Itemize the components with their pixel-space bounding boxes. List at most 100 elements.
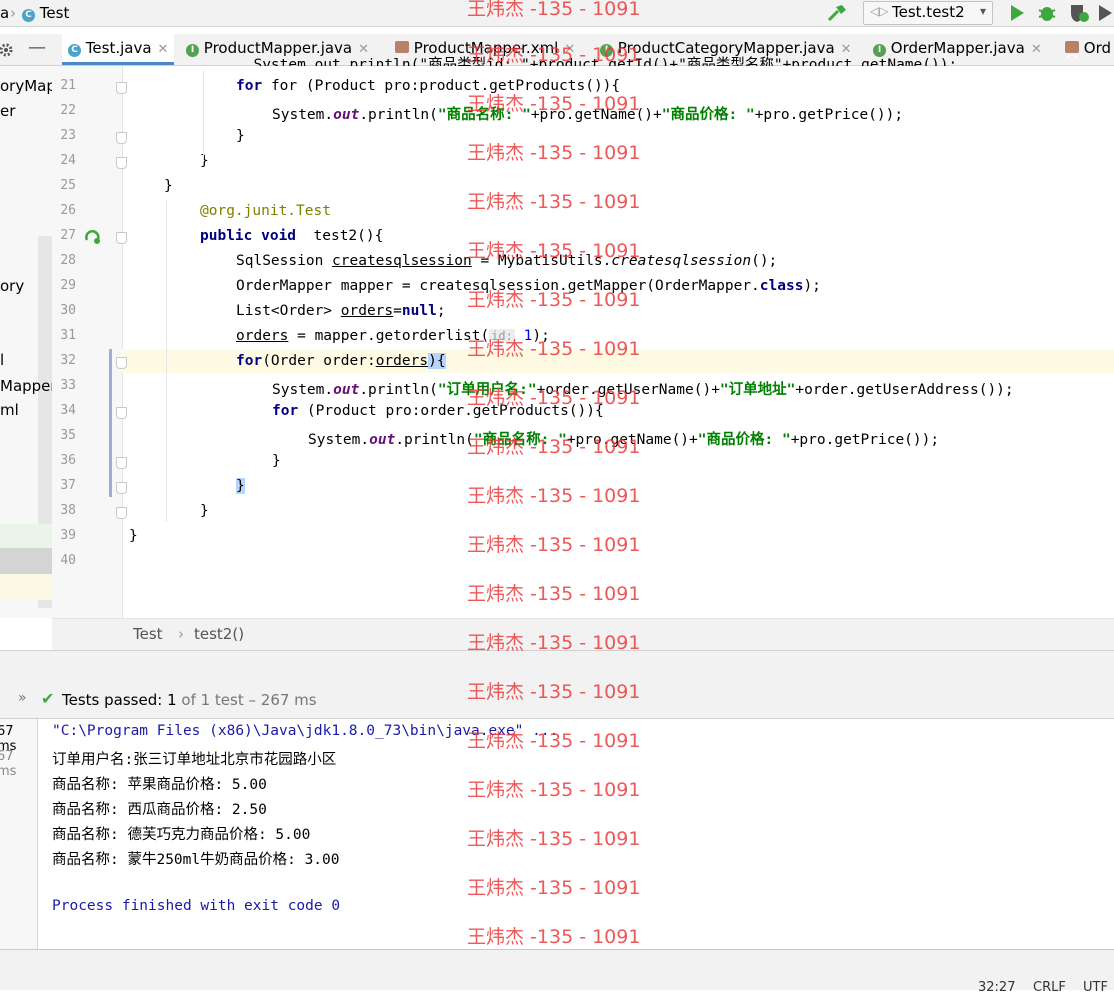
close-icon[interactable]: ✕: [158, 42, 169, 57]
minimize-icon[interactable]: —: [28, 37, 46, 58]
tree-row-highlight: [0, 574, 52, 600]
project-tree-panel: oryMap er ory l Mapper ml: [0, 66, 52, 618]
line-number: 26: [60, 203, 76, 218]
java-class-icon: C: [22, 9, 35, 22]
code-line-27[interactable]: public void test2(){: [200, 228, 383, 244]
fold-marker[interactable]: [116, 507, 127, 519]
watermark-text: 王炜杰 -135 - 1091: [467, 485, 641, 507]
watermark-text: 王炜杰 -135 - 1091: [467, 534, 641, 556]
tab-ord[interactable]: Ord: [1065, 34, 1112, 72]
fold-marker[interactable]: [116, 232, 127, 244]
tests-passed-count: 1: [167, 691, 177, 709]
tree-item[interactable]: Mapper: [0, 377, 52, 395]
line-number: 31: [60, 328, 76, 343]
line-number: 37: [60, 478, 76, 493]
fold-marker[interactable]: [116, 457, 127, 469]
console-line: 商品名称: 德芙巧克力商品价格: 5.00: [52, 827, 311, 843]
fold-marker[interactable]: [116, 357, 127, 369]
breadcrumb-prev[interactable]: a: [0, 4, 9, 22]
file-encoding[interactable]: UTF: [1083, 980, 1108, 995]
breadcrumb-class[interactable]: Test: [133, 625, 163, 643]
fold-marker[interactable]: [116, 82, 127, 94]
tab-label: Test.java: [85, 39, 152, 57]
code-text: System.: [272, 382, 334, 398]
code-text: .println(: [395, 432, 474, 448]
tests-total: of 1 test: [181, 691, 244, 709]
console-exit-line: Process finished with exit code 0: [52, 898, 341, 914]
run-configuration-select[interactable]: ◁▷ Test.test2 ▾: [863, 1, 993, 25]
watermark-text: 王炜杰 -135 - 1091: [467, 240, 641, 262]
fold-marker[interactable]: [116, 132, 127, 144]
fold-marker[interactable]: [116, 407, 127, 419]
tree-row-selected: [0, 548, 52, 574]
code-line-30[interactable]: List<Order> orders=null;: [236, 303, 446, 319]
coverage-icon[interactable]: [1068, 3, 1090, 23]
tab-test-java[interactable]: C Test.java ✕: [62, 34, 175, 65]
debug-icon[interactable]: [1037, 3, 1057, 23]
tree-item[interactable]: l: [0, 351, 4, 369]
build-hammer-icon[interactable]: [826, 3, 848, 23]
test-time[interactable]: 67 ms: [0, 749, 37, 779]
check-icon: ✔: [41, 689, 55, 708]
code-line-25[interactable]: }: [164, 178, 173, 194]
tests-passed-label: Tests passed:: [62, 691, 163, 709]
line-number: 32: [60, 353, 76, 368]
code-text: test2(){: [313, 228, 384, 244]
tab-label: Ord: [1083, 39, 1112, 57]
code-variable: orders: [236, 328, 289, 344]
code-line-37[interactable]: }: [236, 478, 245, 494]
code-field: out: [333, 382, 360, 398]
chevron-down-icon: ▾: [979, 4, 986, 18]
code-line-33[interactable]: System.out.println("订单用户名:"+order.getUse…: [272, 378, 1014, 399]
line-number: 29: [60, 278, 76, 293]
profile-icon[interactable]: [1097, 3, 1114, 23]
line-number: 38: [60, 503, 76, 518]
tests-duration: – 267 ms: [248, 691, 317, 709]
console-line: 订单用户名:张三订单地址北京市花园路小区: [52, 752, 337, 768]
code-field: out: [369, 432, 396, 448]
line-number: 21: [60, 78, 76, 93]
code-line-24[interactable]: }: [200, 153, 209, 169]
tree-item[interactable]: ml: [0, 401, 19, 419]
watermark-text: 王炜杰 -135 - 1091: [467, 387, 641, 409]
line-number: 23: [60, 128, 76, 143]
code-keyword: class: [759, 278, 804, 294]
line-number: 28: [60, 253, 76, 268]
watermark-text: 王炜杰 -135 - 1091: [467, 779, 641, 801]
code-line-36[interactable]: }: [272, 453, 281, 469]
watermark-text: 王炜杰 -135 - 1091: [467, 436, 641, 458]
code-text: ();: [751, 253, 778, 269]
tree-item[interactable]: ory: [0, 277, 24, 295]
code-text: =: [393, 303, 402, 319]
line-number: 25: [60, 178, 76, 193]
tree-item[interactable]: er: [0, 102, 15, 120]
code-text: .println(: [359, 382, 438, 398]
code-line-38[interactable]: }: [200, 503, 209, 519]
code-keyword: public void: [200, 228, 297, 244]
caret-position[interactable]: 32:27: [978, 980, 1015, 995]
change-marker: [109, 349, 112, 497]
fold-marker[interactable]: [116, 157, 127, 169]
breadcrumb-file[interactable]: C Test: [22, 4, 69, 22]
tree-row-highlight: [0, 524, 52, 548]
run-icon[interactable]: [1008, 4, 1026, 22]
run-test-icon[interactable]: [84, 228, 102, 246]
double-chevron-icon[interactable]: »: [18, 690, 27, 706]
code-line-39[interactable]: }: [129, 528, 138, 544]
code-line-26[interactable]: @org.junit.Test: [200, 203, 331, 219]
code-line-23[interactable]: }: [236, 128, 245, 144]
code-keyword: for: [236, 78, 263, 94]
close-icon[interactable]: ✕: [1031, 42, 1042, 57]
watermark-text: 王炜杰 -135 - 1091: [467, 0, 641, 20]
line-separator[interactable]: CRLF: [1033, 980, 1066, 995]
tree-item[interactable]: oryMap: [0, 77, 52, 95]
code-text: System.: [308, 432, 370, 448]
gear-icon[interactable]: [0, 42, 16, 58]
code-line-32[interactable]: for(Order order:orders){: [236, 353, 446, 369]
breadcrumb-method[interactable]: test2(): [194, 625, 244, 643]
run-config-label: Test.test2: [892, 3, 965, 21]
fold-marker[interactable]: [116, 482, 127, 494]
watermark-text: 王炜杰 -135 - 1091: [467, 44, 641, 66]
watermark-text: 王炜杰 -135 - 1091: [467, 142, 641, 164]
line-number: 24: [60, 153, 76, 168]
